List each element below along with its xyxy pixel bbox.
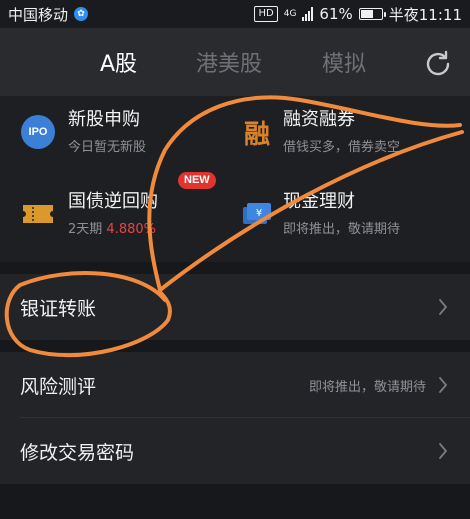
margin-trading-icon: 融 [243, 119, 270, 150]
chevron-right-icon [439, 377, 447, 393]
cash-management-title: 现金理财 [283, 191, 355, 212]
risk-assessment-hint: 即将推出，敬请期待 [308, 380, 426, 395]
bank-securities-transfer-label: 银证转账 [20, 298, 97, 320]
reverse-repo-title: 国债逆回购 [68, 191, 158, 212]
baidu-paw-icon: ✿ [74, 7, 89, 21]
status-right: HD 4G 61% 半夜11:11 [254, 4, 462, 25]
risk-assessment-label: 风险测评 [20, 376, 97, 398]
ipo-subtitle: 今日暂无新股 [68, 140, 147, 155]
refresh-icon [426, 50, 450, 76]
service-grid: IPO 新股申购 今日暂无新股 融 融资融券 借钱买多，借券卖空 国债逆回购 N… [0, 96, 470, 260]
chevron-right-icon [439, 443, 447, 459]
battery-fill [360, 10, 373, 18]
margin-trading-title: 融资融券 [283, 109, 355, 130]
status-bar: 中国移动 ✿ HD 4G 61% 半夜11:11 [0, 0, 470, 28]
hd-icon: HD [254, 6, 278, 22]
margin-trading-item[interactable]: 融 融资融券 借钱买多，借券卖空 [235, 96, 470, 176]
clock: 半夜11:11 [388, 5, 462, 24]
battery-icon [358, 8, 386, 20]
signal-icon [302, 7, 314, 21]
section-separator [0, 340, 470, 352]
cash-management-subtitle: 即将推出，敬请期待 [283, 222, 401, 237]
reverse-repo-item[interactable]: 国债逆回购 NEW 2天期 4.880% [0, 172, 235, 258]
svg-text:¥: ¥ [256, 208, 262, 219]
network-type-icon: 4G [283, 9, 297, 19]
change-trade-password-row[interactable]: 修改交易密码 [0, 418, 470, 484]
tab-a-shares[interactable]: A股 [100, 46, 137, 78]
reverse-repo-subtitle: 2天期 4.880% [68, 218, 156, 237]
repo-rate: 4.880% [106, 222, 156, 237]
battery-percent: 61% [319, 5, 353, 23]
ipo-title: 新股申购 [68, 109, 140, 130]
change-trade-password-label: 修改交易密码 [20, 442, 135, 464]
new-badge: NEW [178, 172, 216, 189]
tab-simulation[interactable]: 模拟 [322, 46, 366, 78]
margin-trading-subtitle: 借钱买多，借券卖空 [283, 140, 401, 155]
section-separator [0, 262, 470, 274]
chevron-right-icon [439, 299, 447, 315]
bank-securities-transfer-row[interactable]: 银证转账 [0, 274, 470, 340]
ipo-icon: IPO [20, 114, 56, 150]
cash-management-item[interactable]: ¥ 现金理财 即将推出，敬请期待 [235, 178, 470, 258]
status-left: 中国移动 ✿ [8, 4, 89, 25]
ticket-icon [20, 196, 56, 232]
tab-hk-us-shares[interactable]: 港美股 [196, 46, 262, 78]
repo-term: 2天期 [68, 222, 103, 237]
risk-assessment-row[interactable]: 风险测评 即将推出，敬请期待 [0, 352, 470, 418]
carrier-name: 中国移动 [8, 5, 69, 24]
refresh-button[interactable] [422, 48, 454, 80]
bottom-padding [0, 484, 470, 519]
cash-management-icon: ¥ [239, 196, 275, 232]
tab-header: A股 港美股 模拟 [0, 28, 470, 96]
ipo-subscription-item[interactable]: IPO 新股申购 今日暂无新股 [0, 96, 235, 176]
